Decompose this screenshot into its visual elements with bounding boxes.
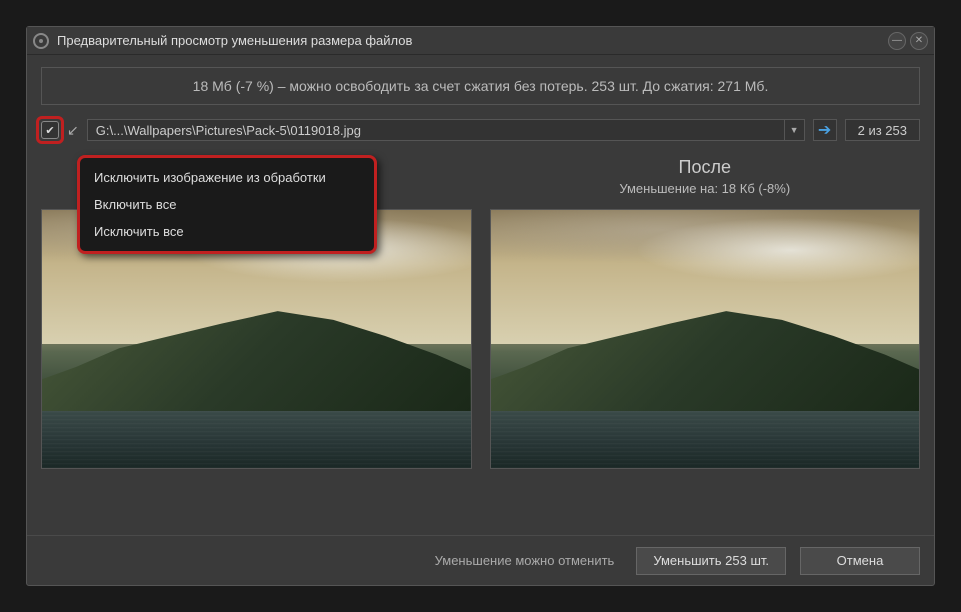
content-area: 18 Мб (-7 %) – можно освободить за счет … [27,55,934,535]
file-path-text: G:\...\Wallpapers\Pictures\Pack-5\011901… [88,123,784,138]
preview-water [42,411,471,468]
menu-item-include-all[interactable]: Включить все [80,191,374,218]
include-checkbox[interactable]: ✔ [41,121,59,139]
annotation-highlight [36,116,64,144]
chevron-down-icon[interactable]: ▼ [784,120,804,140]
file-path-combobox[interactable]: G:\...\Wallpapers\Pictures\Pack-5\011901… [87,119,805,141]
preview-water [491,411,920,468]
next-button[interactable]: ➔ [813,119,837,141]
app-icon [33,33,49,49]
after-preview [490,209,921,469]
cancel-button[interactable]: Отмена [800,547,920,575]
reduction-text: Уменьшение на: 18 Кб (-8%) [619,181,790,203]
dialog-window: Предварительный просмотр уменьшения разм… [26,26,935,586]
reduce-button[interactable]: Уменьшить 253 шт. [636,547,786,575]
after-column: После Уменьшение на: 18 Кб (-8%) [490,153,921,469]
footer: Уменьшение можно отменить Уменьшить 253 … [27,535,934,585]
minimize-button[interactable]: — [888,32,906,50]
undo-note: Уменьшение можно отменить [435,553,615,568]
after-label: После [679,153,731,181]
path-row: ✔ ↙ G:\...\Wallpapers\Pictures\Pack-5\01… [41,119,920,141]
summary-bar: 18 Мб (-7 %) – можно освободить за счет … [41,67,920,105]
window-title: Предварительный просмотр уменьшения разм… [57,33,888,48]
window-controls: — ✕ [888,32,928,50]
titlebar: Предварительный просмотр уменьшения разм… [27,27,934,55]
menu-item-exclude-image[interactable]: Исключить изображение из обработки [80,164,374,191]
close-button[interactable]: ✕ [910,32,928,50]
position-counter: 2 из 253 [845,119,920,141]
menu-item-exclude-all[interactable]: Исключить все [80,218,374,245]
summary-text: 18 Мб (-7 %) – можно освободить за счет … [193,78,769,94]
resize-icon: ↙ [67,122,79,139]
context-menu: Исключить изображение из обработки Включ… [77,155,377,254]
